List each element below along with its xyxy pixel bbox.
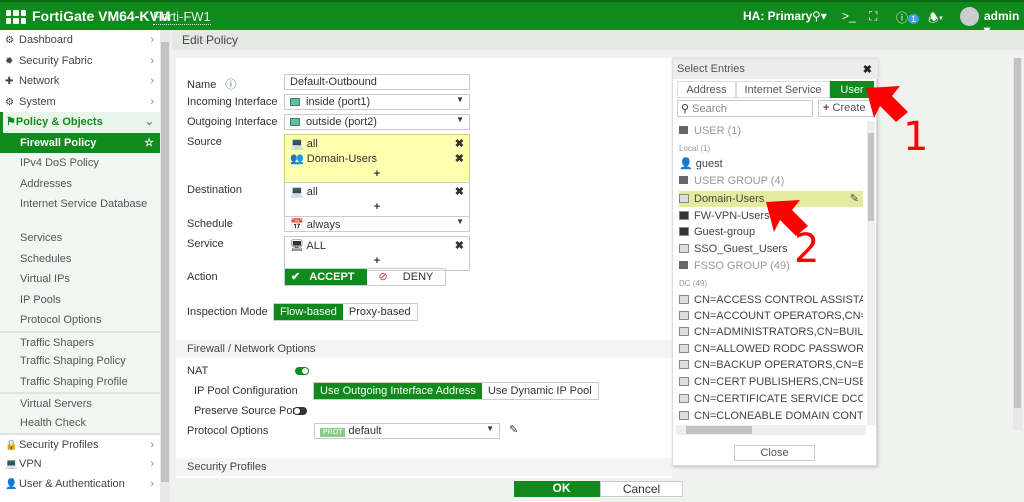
arrow-annotation-1 <box>866 86 908 122</box>
annotation-overlay: 1 2 <box>766 86 928 272</box>
step-2-label: 2 <box>794 226 819 272</box>
step-1-label: 1 <box>903 114 928 160</box>
